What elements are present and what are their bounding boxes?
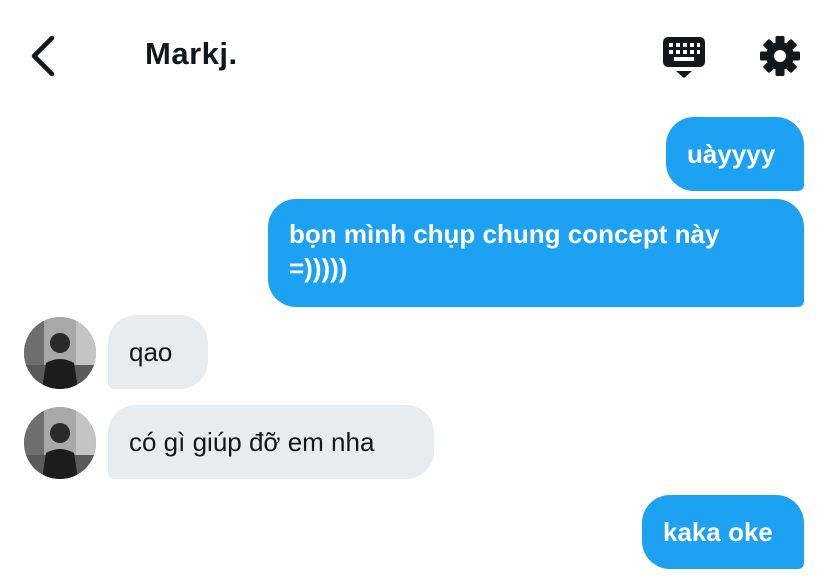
message-text-line: bọn mình chụp chung concept này bbox=[289, 219, 720, 249]
chevron-left-icon bbox=[31, 35, 55, 77]
keyboard-icon bbox=[663, 37, 705, 78]
avatar[interactable] bbox=[24, 407, 96, 479]
avatar[interactable] bbox=[24, 317, 96, 389]
avatar-photo bbox=[24, 407, 96, 479]
message-text: có gì giúp đỡ em nha bbox=[129, 427, 375, 457]
message-text-line: =))))) bbox=[289, 253, 348, 283]
contact-name[interactable]: Markj. bbox=[145, 36, 238, 72]
message-bubble-outgoing[interactable]: bọn mình chụp chung concept này =))))) bbox=[268, 199, 804, 307]
settings-button[interactable] bbox=[758, 34, 802, 78]
message-bubble-outgoing[interactable]: uàyyyy bbox=[666, 117, 804, 191]
gear-icon bbox=[760, 36, 800, 76]
conversation-header: Markj. bbox=[0, 0, 828, 110]
message-text: qao bbox=[129, 337, 173, 367]
message-text: uàyyyy bbox=[687, 139, 776, 169]
keyboard-button[interactable] bbox=[662, 36, 706, 80]
message-bubble-incoming[interactable]: có gì giúp đỡ em nha bbox=[108, 405, 434, 479]
message-text: kaka oke bbox=[663, 517, 773, 547]
message-bubble-outgoing[interactable]: kaka oke bbox=[642, 495, 804, 569]
message-bubble-incoming[interactable]: qao bbox=[108, 315, 208, 389]
avatar-photo bbox=[24, 317, 96, 389]
back-button[interactable] bbox=[28, 34, 62, 78]
